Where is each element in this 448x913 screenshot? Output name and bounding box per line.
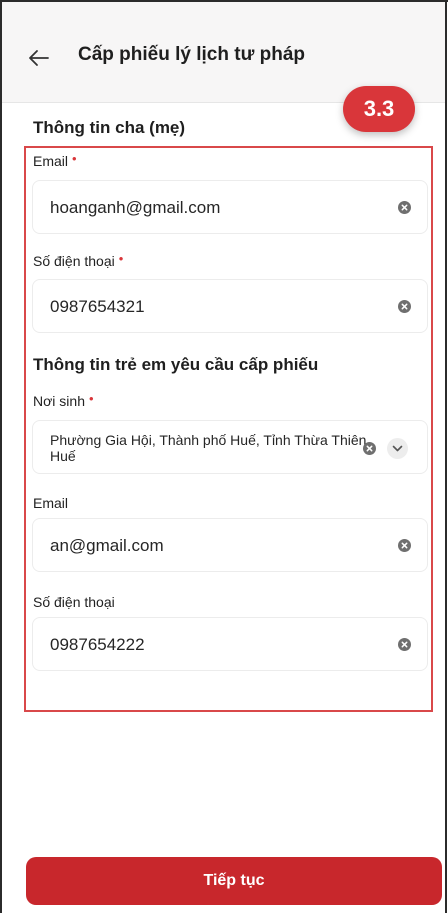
continue-button[interactable]: Tiếp tục [26,857,442,905]
parent-email-label: Email • [33,151,77,169]
birthplace-label: Nơi sinh • [33,391,94,409]
birthplace-select[interactable]: Phường Gia Hội, Thành phố Huế, Tỉnh Thừa… [32,420,428,474]
parent-email-label-text: Email [33,153,69,169]
frame-left-border [0,0,2,913]
child-phone-field[interactable]: 0987654222 [32,617,428,671]
child-email-value: an@gmail.com [50,536,164,555]
clear-icon[interactable] [398,300,411,313]
child-phone-value: 0987654222 [50,635,145,654]
parent-email-field[interactable]: hoanganh@gmail.com [32,180,428,234]
back-arrow-icon[interactable] [28,48,50,68]
dropdown-toggle[interactable] [387,438,408,459]
clear-icon[interactable] [398,638,411,651]
birthplace-label-text: Nơi sinh [33,393,85,409]
frame-right-border [445,0,447,913]
required-marker: • [72,151,77,166]
page-title: Cấp phiếu lý lịch tư pháp [78,44,305,65]
required-marker: • [118,251,124,266]
parent-phone-label-text: Số điện thoại [33,253,115,269]
birthplace-value: Phường Gia Hội, Thành phố Huế, Tỉnh Thừa… [50,432,367,464]
chevron-down-icon [392,445,403,452]
clear-icon[interactable] [398,201,411,214]
child-phone-label: Số điện thoại [33,594,115,610]
parent-phone-field[interactable]: 0987654321 [32,279,428,333]
parent-phone-label: Số điện thoại • [33,251,124,269]
clear-icon[interactable] [363,442,376,455]
clear-icon[interactable] [398,539,411,552]
child-section-title: Thông tin trẻ em yêu cầu cấp phiếu [33,355,319,374]
parent-email-value: hoanganh@gmail.com [50,198,221,217]
child-email-label: Email [33,495,69,511]
parent-section-title: Thông tin cha (mẹ) [33,118,186,137]
parent-phone-value: 0987654321 [50,297,145,316]
required-marker: • [88,391,94,406]
step-badge: 3.3 [343,86,415,132]
child-email-field[interactable]: an@gmail.com [32,518,428,572]
